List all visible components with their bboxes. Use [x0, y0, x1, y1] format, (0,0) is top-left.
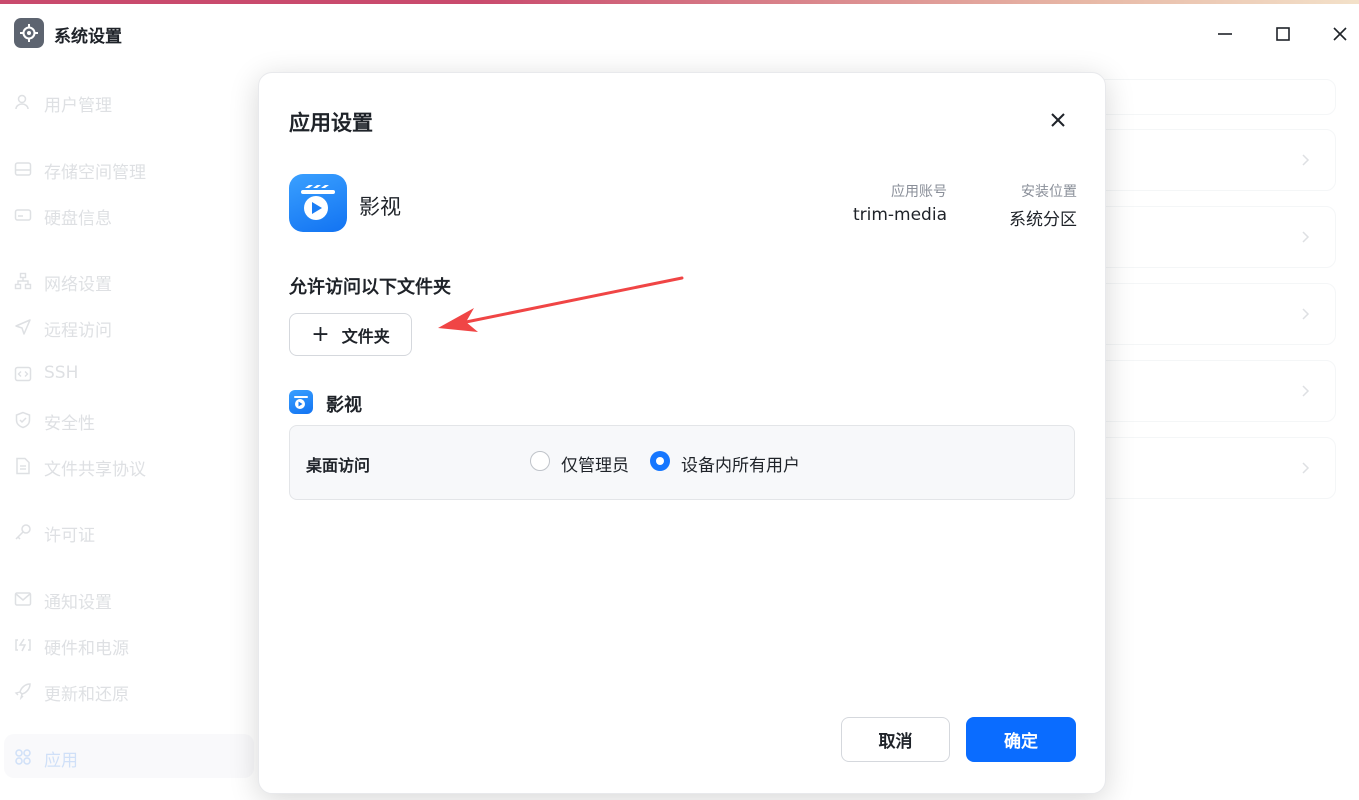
maximize-icon[interactable] [1269, 20, 1297, 48]
location-label: 安装位置 [1021, 184, 1077, 200]
close-icon[interactable] [1326, 20, 1354, 48]
window-title: 系统设置 [54, 27, 122, 47]
title-bar: 系统设置 [0, 4, 1359, 58]
desktop-access-label: 桌面访问 [306, 456, 371, 475]
minimize-icon[interactable] [1211, 20, 1239, 48]
dialog-close-icon[interactable] [1045, 107, 1071, 133]
plus-icon: + [311, 321, 330, 347]
dialog-title: 应用设置 [289, 111, 373, 135]
media-app-icon-small [289, 390, 313, 414]
desktop-access-panel: 桌面访问 仅管理员 设备内所有用户 [289, 425, 1075, 500]
location-value: 系统分区 [1009, 210, 1077, 230]
app-section-name: 影视 [326, 395, 362, 416]
app-settings-dialog: 应用设置 影视 应用账号 trim-media 安装位置 系统分区 允许访问以下… [258, 72, 1106, 794]
settings-app-icon [14, 18, 44, 48]
add-folder-label: 文件夹 [341, 326, 390, 346]
folders-section-title: 允许访问以下文件夹 [289, 277, 451, 298]
app-name: 影视 [359, 195, 401, 219]
account-value: trim-media [852, 205, 947, 225]
account-label: 应用账号 [891, 184, 947, 200]
radio-admin-only[interactable] [530, 451, 550, 471]
radio-all-users-label[interactable]: 设备内所有用户 [681, 451, 800, 476]
media-app-icon [289, 174, 347, 232]
radio-all-users[interactable] [650, 451, 670, 471]
add-folder-button[interactable]: + 文件夹 [289, 313, 412, 356]
radio-admin-only-label[interactable]: 仅管理员 [561, 451, 629, 476]
cancel-button[interactable]: 取消 [841, 717, 950, 762]
confirm-button[interactable]: 确定 [966, 717, 1076, 762]
annotation-arrow-icon [438, 276, 684, 332]
